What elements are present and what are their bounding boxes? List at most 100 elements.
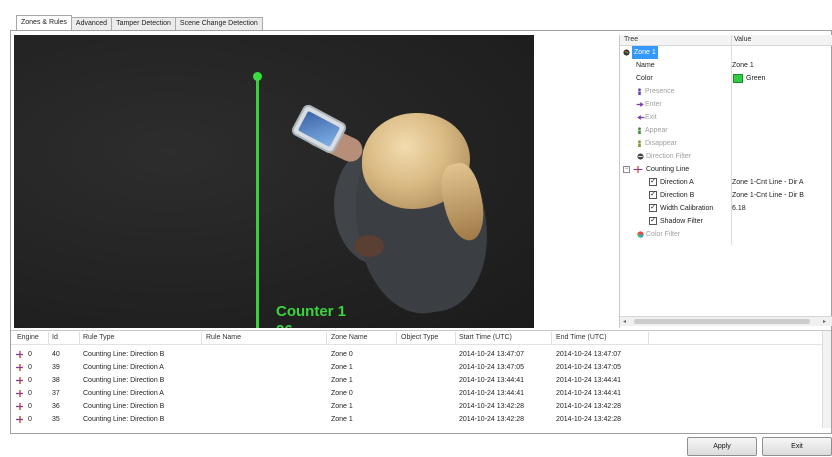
tree-row-presence[interactable]: Presence	[620, 85, 832, 98]
event-list-scrollbar[interactable]	[822, 331, 831, 428]
event-row[interactable]: 0 36 Counting Line: Direction B Zone 1 2…	[11, 400, 831, 413]
appear-icon	[638, 127, 641, 134]
cell-start-time: 2014-10-24 13:44:41	[459, 377, 524, 384]
counting-line-icon	[16, 390, 23, 397]
scroll-left-icon[interactable]: ◂	[623, 317, 626, 327]
cell-id: 38	[52, 377, 60, 384]
tree-horizontal-scrollbar[interactable]: ◂ ▸	[620, 316, 832, 326]
cell-start-time: 2014-10-24 13:47:05	[459, 364, 524, 371]
cell-id: 37	[52, 390, 60, 397]
event-row[interactable]: 0 37 Counting Line: Direction A Zone 0 2…	[11, 387, 831, 400]
column-divider[interactable]	[455, 332, 456, 344]
column-header-engine[interactable]: Engine	[17, 334, 39, 341]
tab-scene-change-detection[interactable]: Scene Change Detection	[174, 17, 263, 30]
cell-rule-type: Counting Line: Direction A	[83, 364, 164, 371]
tree-row-direction-b[interactable]: ✓ Direction B Zone 1-Cnt Line - Dir B	[620, 189, 832, 202]
scrollbar-thumb[interactable]	[634, 319, 810, 324]
tree-row-direction-filter[interactable]: Direction Filter	[620, 150, 832, 163]
tree-column-header[interactable]: Tree	[624, 36, 638, 43]
event-row[interactable]: 0 39 Counting Line: Direction A Zone 1 2…	[11, 361, 831, 374]
apply-button[interactable]: Apply	[687, 437, 757, 456]
counting-line-icon	[16, 351, 23, 358]
counting-line-icon	[16, 416, 23, 423]
tree-row-exit[interactable]: Exit	[620, 111, 832, 124]
scroll-right-icon[interactable]: ▸	[823, 317, 826, 327]
enter-icon	[636, 102, 644, 107]
tree-row-zone[interactable]: Zone 1	[620, 46, 832, 59]
cell-zone-name: Zone 1	[331, 377, 353, 384]
tree-row-shadow-filter[interactable]: ✓ Shadow Filter	[620, 215, 832, 228]
cell-engine: 0	[28, 403, 32, 410]
row-label: Direction Filter	[646, 153, 692, 160]
direction-a-checkbox[interactable]: ✓	[649, 178, 657, 186]
tree-row-color[interactable]: Color Green	[620, 72, 832, 85]
value-column-header[interactable]: Value	[734, 36, 751, 43]
event-list: Engine Id Rule Type Rule Name Zone Name …	[11, 330, 831, 428]
column-header-start-time[interactable]: Start Time (UTC)	[459, 334, 512, 341]
cell-end-time: 2014-10-24 13:47:05	[556, 364, 621, 371]
event-row[interactable]: 0 40 Counting Line: Direction B Zone 0 2…	[11, 348, 831, 361]
row-value[interactable]: 6.18	[732, 202, 746, 215]
shadow-filter-checkbox[interactable]: ✓	[649, 217, 657, 225]
counting-line[interactable]	[256, 76, 259, 328]
color-filter-icon	[637, 231, 644, 238]
tree-row-color-filter[interactable]: Color Filter	[620, 228, 832, 241]
cell-end-time: 2014-10-24 13:47:07	[556, 351, 621, 358]
tree-row-direction-a[interactable]: ✓ Direction A Zone 1-Cnt Line - Dir A	[620, 176, 832, 189]
exit-button[interactable]: Exit	[762, 437, 832, 456]
video-blank-area	[534, 35, 618, 328]
column-header-end-time[interactable]: End Time (UTC)	[556, 334, 607, 341]
tab-advanced[interactable]: Advanced	[70, 17, 113, 30]
row-label: Exit	[645, 114, 657, 121]
app-window: Zones & Rules Advanced Tamper Detection …	[0, 0, 832, 457]
counting-line-icon	[633, 166, 643, 173]
tab-zones-rules[interactable]: Zones & Rules	[16, 15, 72, 30]
row-value[interactable]: Zone 1	[732, 59, 754, 72]
cell-start-time: 2014-10-24 13:44:41	[459, 390, 524, 397]
column-divider[interactable]	[79, 332, 80, 344]
column-divider[interactable]	[48, 332, 49, 344]
color-swatch[interactable]	[733, 74, 743, 83]
column-divider[interactable]	[648, 332, 649, 344]
event-row[interactable]: 0 38 Counting Line: Direction B Zone 1 2…	[11, 374, 831, 387]
row-value[interactable]: Green	[746, 72, 765, 85]
event-row[interactable]: 0 35 Counting Line: Direction B Zone 1 2…	[11, 413, 831, 426]
row-value[interactable]: Zone 1-Cnt Line - Dir A	[732, 176, 804, 189]
column-header-rule-type[interactable]: Rule Type	[83, 334, 114, 341]
cell-start-time: 2014-10-24 13:42:28	[459, 403, 524, 410]
column-header-object-type[interactable]: Object Type	[401, 334, 438, 341]
tree-row-disappear[interactable]: Disappear	[620, 137, 832, 150]
width-calibration-checkbox[interactable]: ✓	[649, 204, 657, 212]
tree-row-enter[interactable]: Enter	[620, 98, 832, 111]
column-divider[interactable]	[201, 332, 202, 344]
column-divider[interactable]	[396, 332, 397, 344]
tree-row-counting-line[interactable]: − Counting Line	[620, 163, 832, 176]
row-label: Name	[636, 62, 655, 69]
tab-tamper-detection[interactable]: Tamper Detection	[111, 17, 176, 30]
zone-label: Zone 1	[632, 46, 658, 59]
video-view[interactable]: Counter 1 26	[14, 35, 534, 328]
cell-rule-type: Counting Line: Direction B	[83, 377, 165, 384]
cell-engine: 0	[28, 377, 32, 384]
row-value[interactable]: Zone 1-Cnt Line - Dir B	[732, 189, 804, 202]
tree-row-width-calibration[interactable]: ✓ Width Calibration 6.18	[620, 202, 832, 215]
column-divider[interactable]	[326, 332, 327, 344]
direction-b-checkbox[interactable]: ✓	[649, 191, 657, 199]
column-divider[interactable]	[551, 332, 552, 344]
counting-line-icon	[16, 403, 23, 410]
column-header-id[interactable]: Id	[52, 334, 58, 341]
tree-row-name[interactable]: Name Zone 1	[620, 59, 832, 72]
person-foot	[354, 235, 384, 257]
zone-palette-icon	[623, 49, 630, 56]
row-label: Color Filter	[646, 231, 681, 238]
column-header-zone-name[interactable]: Zone Name	[331, 334, 368, 341]
counting-line-handle-top[interactable]	[253, 72, 262, 81]
person-icon	[638, 88, 641, 95]
tree-row-appear[interactable]: Appear	[620, 124, 832, 137]
collapse-icon[interactable]: −	[623, 166, 630, 173]
cell-id: 36	[52, 403, 60, 410]
row-label: Enter	[645, 101, 662, 108]
row-label: Shadow Filter	[660, 218, 703, 225]
tab-bar: Zones & Rules Advanced Tamper Detection …	[16, 15, 263, 31]
column-header-rule-name[interactable]: Rule Name	[206, 334, 241, 341]
